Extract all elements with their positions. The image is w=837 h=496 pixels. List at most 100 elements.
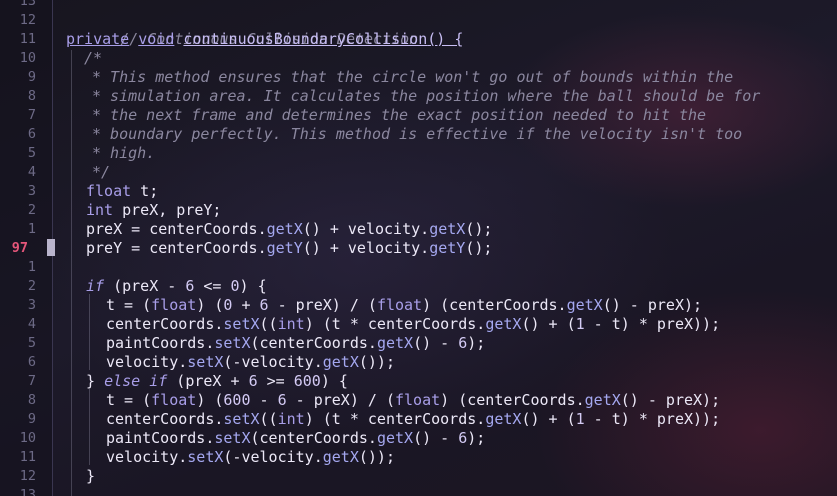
- code-text: ) (t * centerCoords.: [304, 410, 486, 428]
- code-text: ) (: [196, 296, 224, 314]
- number-literal: 6: [458, 429, 468, 447]
- current-code-line: preY = centerCoords.getY() + velocity.ge…: [86, 239, 492, 258]
- line-number: 12: [19, 468, 36, 484]
- line-number: 4: [27, 164, 36, 180]
- line-number-gutter[interactable]: 13 12 11 10 9 8 7 6 5 4 3 2 1 97 1 2 3 4…: [0, 0, 53, 496]
- code-text: - t) * preX));: [584, 410, 721, 428]
- code-line: * the next frame and determines the exac…: [92, 106, 706, 125]
- code-line: velocity.setX(-velocity.getX());: [106, 448, 395, 467]
- line-number: 9: [27, 411, 36, 427]
- punctuation: () {: [427, 30, 464, 48]
- number-literal: 600: [293, 372, 321, 390]
- method-call: getX: [322, 353, 359, 371]
- keyword: int: [277, 410, 305, 428]
- keyword: int: [277, 315, 305, 333]
- code-line: int preX, preY;: [86, 201, 221, 220]
- number-literal: 6: [277, 391, 287, 409]
- code-text: (centerCoords.: [250, 334, 377, 352]
- code-line: if (preX - 6 <= 0) {: [86, 277, 267, 296]
- code-text: ();: [465, 220, 493, 238]
- code-text: centerCoords.: [106, 410, 224, 428]
- line-number: 13: [19, 487, 36, 496]
- code-text: preX = centerCoords.: [86, 220, 267, 238]
- code-text: () - preX);: [620, 391, 721, 409]
- method-call: setX: [223, 315, 260, 333]
- method-call: getY: [266, 239, 303, 257]
- method-call: getX: [485, 315, 522, 333]
- method-call: setX: [223, 410, 260, 428]
- code-text: (-velocity.: [223, 353, 323, 371]
- method-call: getY: [429, 239, 466, 257]
- code-line: velocity.setX(-velocity.getX());: [106, 353, 395, 372]
- text-cursor: [47, 239, 55, 256]
- code-text: ((: [259, 410, 278, 428]
- line-number: 5: [27, 335, 36, 351]
- keyword: float: [395, 391, 441, 409]
- line-number: 4: [27, 316, 36, 332]
- keyword: float: [376, 296, 423, 314]
- method-call: getX: [485, 410, 522, 428]
- code-text: t = (: [106, 391, 152, 409]
- code-line: preX = centerCoords.getX() + velocity.ge…: [86, 220, 492, 239]
- code-text: ());: [358, 353, 395, 371]
- code-text: +: [232, 296, 260, 314]
- keyword: float: [151, 296, 197, 314]
- keyword: void: [138, 30, 175, 48]
- code-text: ) {: [320, 372, 348, 390]
- code-line: paintCoords.setX(centerCoords.getX() - 6…: [106, 334, 485, 353]
- line-number: 7: [27, 107, 36, 123]
- code-text: ) (centerCoords.: [440, 391, 585, 409]
- method-call: setX: [214, 334, 251, 352]
- code-editor[interactable]: 13 12 11 10 9 8 7 6 5 4 3 2 1 97 1 2 3 4…: [0, 0, 837, 496]
- code-text: - preX) / (: [268, 296, 377, 314]
- code-line: */: [92, 163, 110, 182]
- keyword: else if: [104, 372, 168, 390]
- code-line: t = (float) (0 + 6 - preX) / (float) (ce…: [106, 296, 702, 315]
- code-text: ) (centerCoords.: [422, 296, 567, 314]
- method-call: getX: [584, 391, 621, 409]
- line-number: 3: [27, 183, 36, 199]
- code-line: centerCoords.setX((int) (t * centerCoord…: [106, 315, 720, 334]
- code-line: * high.: [92, 144, 155, 163]
- indent-guide: [71, 50, 72, 496]
- line-number: 11: [19, 31, 36, 47]
- code-text: }: [86, 372, 105, 390]
- method-call: setX: [187, 448, 224, 466]
- line-number: 6: [27, 354, 36, 370]
- code-text: preX, preY;: [113, 201, 222, 219]
- comment: * the next frame and determines the exac…: [92, 106, 707, 124]
- code-text: (-velocity.: [223, 448, 323, 466]
- line-number: 8: [27, 88, 36, 104]
- code-text: -: [250, 391, 278, 409]
- code-text: ());: [358, 448, 395, 466]
- code-line: * This method ensures that the circle wo…: [92, 68, 733, 87]
- line-number: 1: [27, 221, 36, 237]
- code-text: centerCoords.: [106, 315, 224, 333]
- keyword: private: [66, 30, 130, 48]
- line-number: 9: [27, 69, 36, 85]
- number-literal: 600: [223, 391, 251, 409]
- code-text: ) {: [239, 277, 267, 295]
- code-line: private void continuousBoundaryCollision…: [66, 30, 463, 49]
- keyword: float: [151, 391, 197, 409]
- code-text: t = (: [106, 296, 152, 314]
- code-text: () -: [413, 429, 459, 447]
- code-text: ();: [465, 239, 493, 257]
- code-text: ) (t * centerCoords.: [304, 315, 486, 333]
- code-text: (preX +: [167, 372, 249, 390]
- line-number: 12: [19, 12, 36, 28]
- code-text: >=: [257, 372, 294, 390]
- keyword: float: [86, 182, 132, 200]
- line-number: 3: [27, 297, 36, 313]
- code-text: () + velocity.: [302, 239, 430, 257]
- method-call: setX: [187, 353, 224, 371]
- line-number: 13: [19, 0, 36, 9]
- method-call: getX: [376, 334, 414, 352]
- code-text: () + (: [521, 315, 576, 333]
- code-text: () -: [413, 334, 459, 352]
- line-number: 7: [27, 373, 36, 389]
- number-literal: 6: [248, 372, 258, 390]
- number-literal: 1: [575, 315, 585, 333]
- code-line: t = (float) (600 - 6 - preX) / (float) (…: [106, 391, 720, 410]
- line-number: 8: [27, 392, 36, 408]
